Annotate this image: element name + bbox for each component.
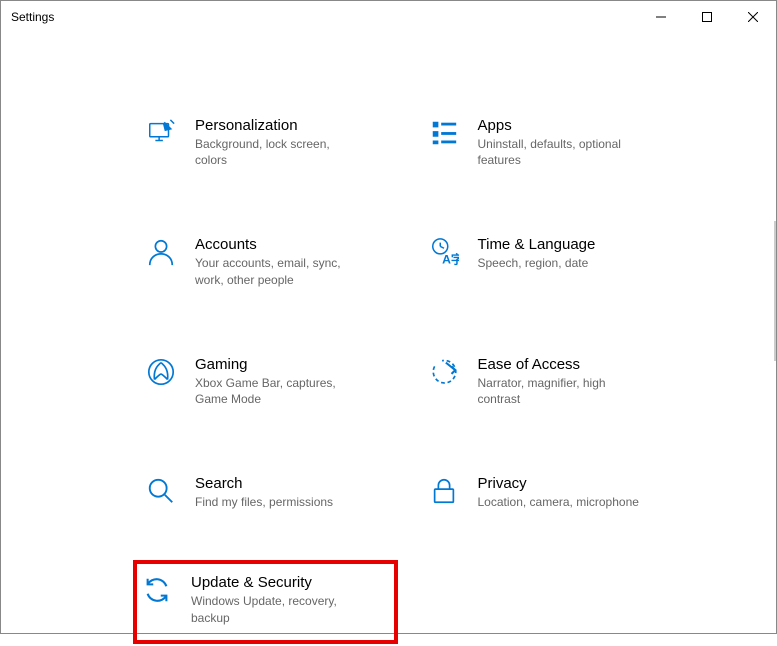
category-personalization[interactable]: Personalization Background, lock screen,… [141,113,394,172]
category-search[interactable]: Search Find my files, permissions [141,471,394,514]
category-ease-of-access[interactable]: Ease of Access Narrator, magnifier, high… [424,352,677,411]
category-desc: Background, lock screen, colors [195,136,365,168]
category-title: Apps [478,117,673,134]
category-desc: Narrator, magnifier, high contrast [478,375,648,407]
gaming-icon [145,356,177,388]
privacy-icon [428,475,460,507]
category-title: Search [195,475,390,492]
category-apps[interactable]: Apps Uninstall, defaults, optional featu… [424,113,677,172]
search-icon [145,475,177,507]
category-title: Privacy [478,475,673,492]
category-desc: Xbox Game Bar, captures, Game Mode [195,375,365,407]
category-text: Accounts Your accounts, email, sync, wor… [195,236,390,287]
category-title: Gaming [195,356,390,373]
settings-content: Personalization Background, lock screen,… [1,33,776,646]
time-language-icon: A字 [428,236,460,268]
category-update-security[interactable]: Update & Security Windows Update, recove… [133,560,398,643]
category-privacy[interactable]: Privacy Location, camera, microphone [424,471,677,514]
category-text: Ease of Access Narrator, magnifier, high… [478,356,673,407]
window-title: Settings [11,10,54,24]
close-button[interactable] [730,1,776,33]
category-title: Personalization [195,117,390,134]
category-title: Time & Language [478,236,673,253]
window-controls [638,1,776,33]
category-desc: Speech, region, date [478,255,648,271]
category-text: Privacy Location, camera, microphone [478,475,673,510]
category-text: Gaming Xbox Game Bar, captures, Game Mod… [195,356,390,407]
category-text: Search Find my files, permissions [195,475,390,510]
svg-text:A字: A字 [442,252,459,267]
minimize-button[interactable] [638,1,684,33]
category-desc: Location, camera, microphone [478,494,648,510]
category-title: Ease of Access [478,356,673,373]
scrollbar[interactable] [774,221,776,361]
titlebar: Settings [1,1,776,33]
accounts-icon [145,236,177,268]
category-desc: Windows Update, recovery, backup [191,593,361,625]
maximize-button[interactable] [684,1,730,33]
category-grid: Personalization Background, lock screen,… [141,113,676,626]
category-desc: Your accounts, email, sync, work, other … [195,255,365,287]
ease-of-access-icon [428,356,460,388]
category-time-language[interactable]: A字 Time & Language Speech, region, date [424,232,677,291]
category-text: Apps Uninstall, defaults, optional featu… [478,117,673,168]
category-desc: Uninstall, defaults, optional features [478,136,648,168]
category-title: Accounts [195,236,390,253]
apps-icon [428,117,460,149]
category-text: Time & Language Speech, region, date [478,236,673,271]
category-accounts[interactable]: Accounts Your accounts, email, sync, wor… [141,232,394,291]
category-text: Personalization Background, lock screen,… [195,117,390,168]
category-desc: Find my files, permissions [195,494,365,510]
category-gaming[interactable]: Gaming Xbox Game Bar, captures, Game Mod… [141,352,394,411]
category-text: Update & Security Windows Update, recove… [191,574,390,625]
personalization-icon [145,117,177,149]
category-title: Update & Security [191,574,390,591]
update-security-icon [141,574,173,606]
